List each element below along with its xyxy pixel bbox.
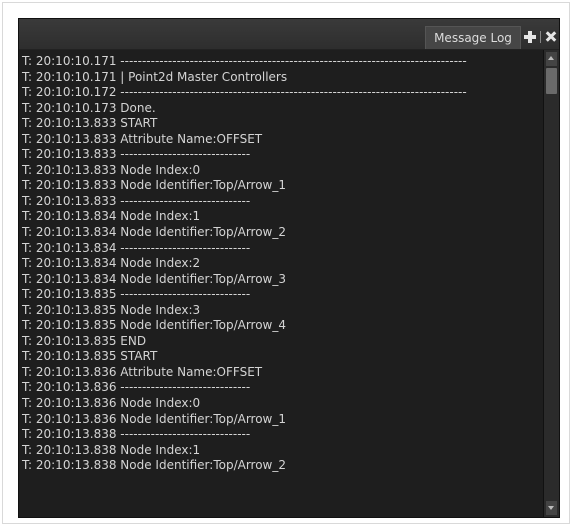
log-line: T: 20:10:13.833 START [22, 116, 158, 131]
log-line: T: 20:10:13.838 Node Identifier:Top/Arro… [22, 458, 287, 473]
log-line: T: 20:10:13.835 Node Identifier:Top/Arro… [22, 318, 287, 333]
log-line: T: 20:10:13.834 Node Identifier:Top/Arro… [22, 225, 287, 240]
message-log-panel: Message Log T: 20:10:10.171 ------------… [18, 18, 560, 518]
log-line: T: 20:10:13.836 Node Identifier:Top/Arro… [22, 411, 287, 426]
log-line: T: 20:10:13.836 Node Index:0 [22, 396, 201, 411]
log-line: T: 20:10:10.172 ------------------------… [22, 85, 467, 100]
screenshot-frame: Message Log T: 20:10:10.171 ------------… [2, 2, 570, 524]
log-line: T: 20:10:13.834 Node Identifier:Top/Arro… [22, 271, 287, 286]
plus-icon[interactable] [523, 30, 537, 44]
log-line: T: 20:10:13.834 Node Index:1 [22, 209, 201, 224]
log-output[interactable]: T: 20:10:10.171 ------------------------… [19, 50, 544, 517]
close-icon[interactable] [544, 30, 558, 44]
log-line: T: 20:10:13.835 START [22, 349, 158, 364]
log-line: T: 20:10:13.836 ------------------------… [22, 380, 251, 395]
divider [540, 31, 541, 43]
log-line: T: 20:10:13.834 ------------------------… [22, 240, 251, 255]
log-line: T: 20:10:10.171 ------------------------… [22, 54, 467, 68]
scroll-up-arrow-icon[interactable] [546, 52, 557, 66]
log-line: T: 20:10:13.835 END [22, 333, 147, 348]
log-line: T: 20:10:13.833 Node Identifier:Top/Arro… [22, 178, 287, 193]
log-line: T: 20:10:13.835 ------------------------… [22, 287, 251, 302]
log-line: T: 20:10:13.833 ------------------------… [22, 193, 251, 208]
log-line: T: 20:10:13.838 ------------------------… [22, 427, 251, 442]
log-line: T: 20:10:13.836 Attribute Name:OFFSET [22, 364, 263, 379]
log-line: T: 20:10:13.834 Node Index:2 [22, 256, 201, 271]
vertical-scrollbar[interactable] [543, 50, 559, 517]
log-line: T: 20:10:10.173 Done. [22, 100, 156, 115]
log-line: T: 20:10:13.833 ------------------------… [22, 147, 251, 162]
tab-controls [523, 26, 558, 48]
log-line: T: 20:10:13.838 Node Index:1 [22, 442, 201, 457]
scroll-down-arrow-icon[interactable] [546, 501, 557, 515]
tab-message-log[interactable]: Message Log [425, 26, 521, 49]
scrollbar-thumb[interactable] [546, 68, 557, 94]
log-line: T: 20:10:10.171 | Point2d Master Control… [22, 69, 288, 84]
log-line: T: 20:10:13.835 Node Index:3 [22, 302, 201, 317]
log-line: T: 20:10:13.833 Node Index:0 [22, 162, 201, 177]
log-line: T: 20:10:13.833 Attribute Name:OFFSET [22, 131, 263, 146]
panel-tab-bar: Message Log [19, 19, 559, 50]
